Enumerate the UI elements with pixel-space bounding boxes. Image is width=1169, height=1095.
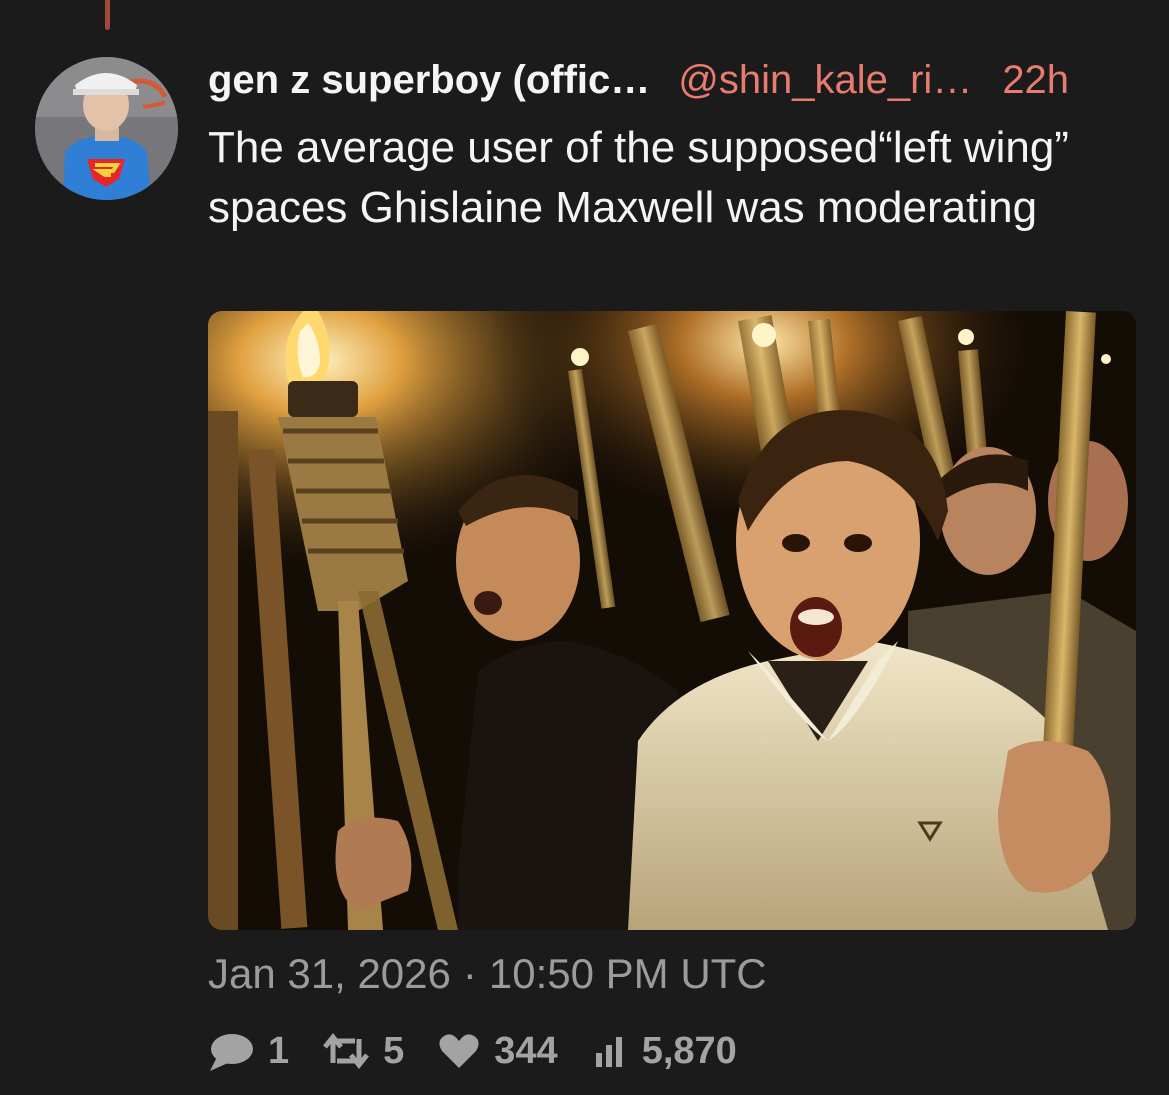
views-button[interactable]: 5,870 [592, 1030, 737, 1073]
repost-arrows-icon [323, 1033, 370, 1069]
tweet-date: Jan 31, 2026 [208, 950, 451, 997]
tweet-time: 10:50 PM UTC [488, 950, 767, 997]
author-handle[interactable]: @shin_kale_ri… [678, 58, 972, 103]
speech-bubble-icon [208, 1031, 254, 1071]
reply-button[interactable]: 1 [208, 1030, 289, 1073]
engagement-bar: 1 5 344 5,870 [208, 1028, 771, 1074]
relative-time[interactable]: 22h [1002, 58, 1069, 103]
like-count: 344 [494, 1029, 558, 1072]
tweet-text: The average user of the supposed“left wi… [208, 123, 1069, 232]
repost-count: 5 [383, 1029, 405, 1072]
avatar-image [35, 57, 178, 200]
thread-connector-line [105, 0, 110, 30]
tweet-timestamp[interactable]: Jan 31, 2026 · 10:50 PM UTC [208, 950, 767, 998]
reply-count: 1 [268, 1029, 290, 1072]
timestamp-separator: · [462, 950, 477, 997]
avatar[interactable] [35, 57, 178, 200]
like-button[interactable]: 344 [438, 1029, 558, 1073]
tweet-media[interactable] [208, 311, 1136, 930]
media-photo [208, 311, 1136, 930]
heart-icon [438, 1033, 480, 1069]
view-count: 5,870 [641, 1029, 737, 1072]
author-display-name[interactable]: gen z superboy (offic… [208, 58, 650, 103]
tweet-header: gen z superboy (offic… @shin_kale_ri… 22… [208, 52, 1148, 108]
repost-button[interactable]: 5 [323, 1030, 404, 1073]
bar-chart-icon [592, 1033, 628, 1069]
